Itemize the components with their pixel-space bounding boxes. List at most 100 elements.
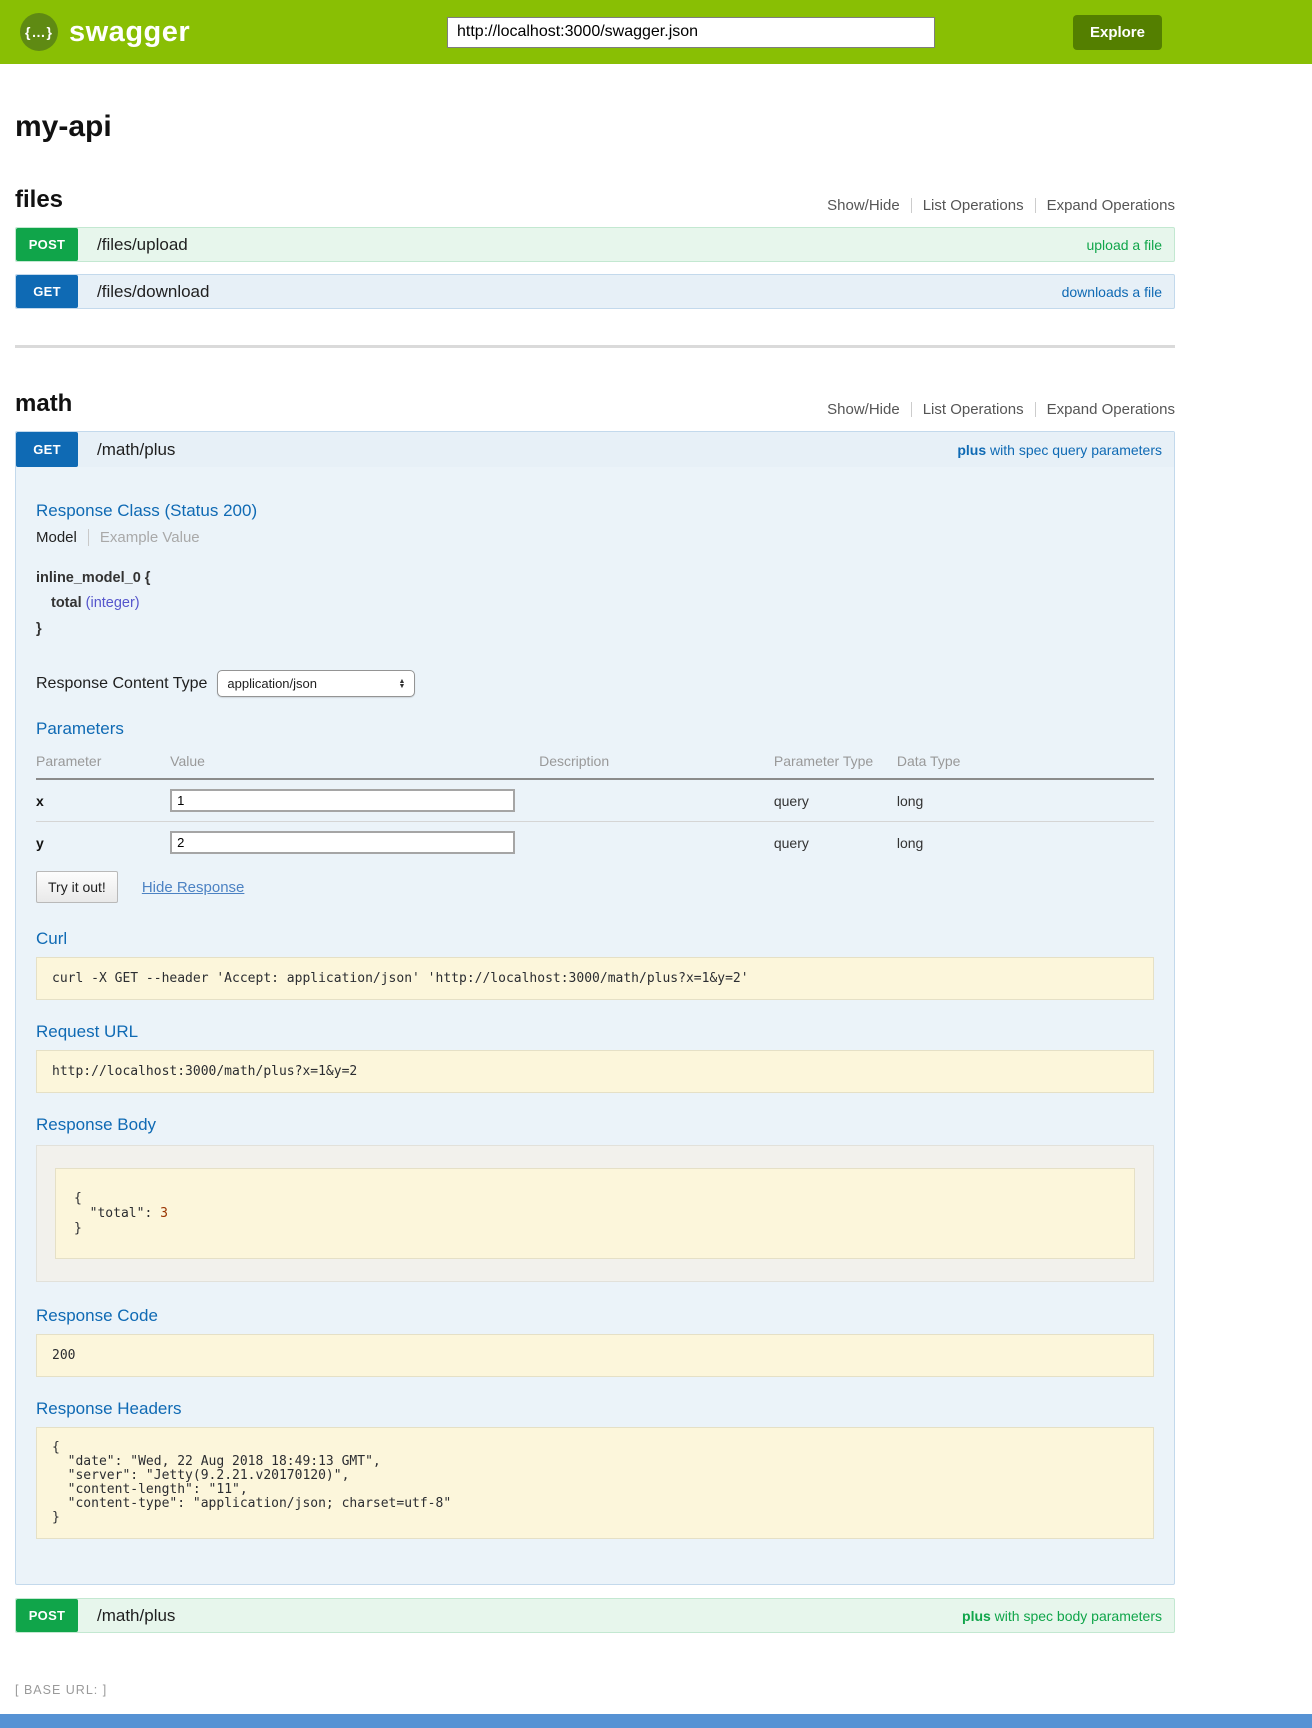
response-code-box: 200 <box>36 1334 1154 1377</box>
hide-response-link[interactable]: Hide Response <box>142 879 245 896</box>
header-bar: {…} swagger Explore <box>0 0 1312 64</box>
expand-operations-link[interactable]: Expand Operations <box>1047 401 1175 418</box>
operation-block-get-math-plus: GET /math/plus plus with spec query para… <box>15 431 1175 1585</box>
operation-row-post-files-upload[interactable]: POST /files/upload upload a file <box>15 227 1175 262</box>
request-url: http://localhost:3000/math/plus?x=1&y=2 <box>52 1064 1138 1079</box>
model-signature: inline_model_0 { total (integer) } <box>36 566 1154 642</box>
parameter-type: query <box>774 779 897 822</box>
parameter-data-type: long <box>897 822 1154 864</box>
section-divider <box>15 345 1175 348</box>
select-arrows-icon: ▲▼ <box>398 679 405 689</box>
operation-path[interactable]: /math/plus <box>97 440 175 460</box>
parameter-x-input[interactable] <box>170 789 515 812</box>
response-body-box: { "total": 3 } <box>55 1168 1135 1259</box>
show-hide-link[interactable]: Show/Hide <box>827 197 900 214</box>
math-section: math Show/Hide List Operations Expand Op… <box>15 390 1175 1633</box>
parameter-name: x <box>36 779 170 822</box>
column-header-value: Value <box>170 747 539 779</box>
list-operations-link[interactable]: List Operations <box>923 197 1024 214</box>
curl-command-box: curl -X GET --header 'Accept: applicatio… <box>36 957 1154 1000</box>
api-url-input[interactable] <box>447 17 935 48</box>
main-content: my-api files Show/Hide List Operations E… <box>15 64 1175 1645</box>
operation-summary[interactable]: plus with spec query parameters <box>957 442 1162 458</box>
operation-path[interactable]: /files/download <box>97 282 209 302</box>
response-code-heading: Response Code <box>36 1306 1154 1326</box>
operation-summary-rest: with spec query parameters <box>986 442 1162 458</box>
column-header-parameter-type: Parameter Type <box>774 747 897 779</box>
operation-summary[interactable]: plus with spec body parameters <box>962 1608 1162 1624</box>
section-title-math: math <box>15 390 72 418</box>
response-body: { "total": 3 } <box>74 1191 1116 1236</box>
response-code: 200 <box>52 1348 1138 1363</box>
method-badge-post: POST <box>16 1599 78 1632</box>
parameter-y-input[interactable] <box>170 831 515 854</box>
response-content-type-select[interactable]: application/json ▲▼ <box>217 670 415 697</box>
request-url-box: http://localhost:3000/math/plus?x=1&y=2 <box>36 1050 1154 1093</box>
bottom-bar <box>0 1714 1312 1728</box>
operation-summary-rest: with spec body parameters <box>991 1608 1162 1624</box>
swagger-brand: {…} swagger <box>20 13 260 51</box>
column-header-parameter: Parameter <box>36 747 170 779</box>
parameter-description <box>539 822 774 864</box>
response-headers-box: { "date": "Wed, 22 Aug 2018 18:49:13 GMT… <box>36 1427 1154 1539</box>
parameter-name: y <box>36 822 170 864</box>
response-body-heading: Response Body <box>36 1115 1154 1135</box>
operation-path[interactable]: /math/plus <box>97 1606 175 1626</box>
section-controls-math: Show/Hide List Operations Expand Operati… <box>827 401 1175 418</box>
selected-content-type: application/json <box>227 676 317 691</box>
base-url-label: [ BASE URL: ] <box>15 1683 1312 1697</box>
parameter-row-x: x query long <box>36 779 1154 822</box>
model-close-brace: } <box>36 617 1154 642</box>
column-header-data-type: Data Type <box>897 747 1154 779</box>
separator <box>1035 402 1036 417</box>
tab-example-value[interactable]: Example Value <box>88 529 200 546</box>
separator <box>1035 198 1036 213</box>
swagger-logo-icon: {…} <box>20 13 58 51</box>
operation-summary[interactable]: upload a file <box>1086 237 1162 253</box>
response-class-heading: Response Class (Status 200) <box>36 501 1154 521</box>
files-section: files Show/Hide List Operations Expand O… <box>15 186 1175 309</box>
parameter-data-type: long <box>897 779 1154 822</box>
model-open-brace: inline_model_0 { <box>36 566 1154 591</box>
brand-name: swagger <box>69 16 190 49</box>
tab-model[interactable]: Model <box>36 529 88 546</box>
operation-summary-strong: plus <box>957 442 986 458</box>
response-body-wrapper: { "total": 3 } <box>36 1145 1154 1282</box>
parameter-description <box>539 779 774 822</box>
response-headers: { "date": "Wed, 22 Aug 2018 18:49:13 GMT… <box>52 1441 1138 1525</box>
operation-summary-strong: plus <box>962 1608 991 1624</box>
page-title: my-api <box>15 110 1175 144</box>
parameters-table: Parameter Value Description Parameter Ty… <box>36 747 1154 863</box>
request-url-heading: Request URL <box>36 1022 1154 1042</box>
expand-operations-link[interactable]: Expand Operations <box>1047 197 1175 214</box>
method-badge-get: GET <box>16 432 78 467</box>
response-content-type-label: Response Content Type <box>36 675 207 693</box>
response-body-value: 3 <box>160 1206 168 1221</box>
operation-summary[interactable]: downloads a file <box>1062 284 1162 300</box>
column-header-description: Description <box>539 747 774 779</box>
response-headers-heading: Response Headers <box>36 1399 1154 1419</box>
list-operations-link[interactable]: List Operations <box>923 401 1024 418</box>
operation-row-post-math-plus[interactable]: POST /math/plus plus with spec body para… <box>15 1598 1175 1633</box>
parameters-heading: Parameters <box>36 719 1154 739</box>
separator <box>911 198 912 213</box>
curl-heading: Curl <box>36 929 1154 949</box>
model-property-name: total <box>51 595 82 611</box>
method-badge-get: GET <box>16 275 78 308</box>
operation-path[interactable]: /files/upload <box>97 235 188 255</box>
separator <box>911 402 912 417</box>
section-title-files: files <box>15 186 63 214</box>
operation-details: Response Class (Status 200) Model Exampl… <box>16 467 1174 1584</box>
show-hide-link[interactable]: Show/Hide <box>827 401 900 418</box>
operation-row-get-math-plus[interactable]: GET /math/plus plus with spec query para… <box>16 432 1174 467</box>
curl-command: curl -X GET --header 'Accept: applicatio… <box>52 971 1138 986</box>
parameter-type: query <box>774 822 897 864</box>
parameter-row-y: y query long <box>36 822 1154 864</box>
method-badge-post: POST <box>16 228 78 261</box>
section-controls-files: Show/Hide List Operations Expand Operati… <box>827 197 1175 214</box>
model-tabs: Model Example Value <box>36 529 1154 546</box>
explore-button[interactable]: Explore <box>1073 15 1162 50</box>
operation-row-get-files-download[interactable]: GET /files/download downloads a file <box>15 274 1175 309</box>
try-it-out-button[interactable]: Try it out! <box>36 871 118 903</box>
model-property-type: (integer) <box>86 595 140 611</box>
